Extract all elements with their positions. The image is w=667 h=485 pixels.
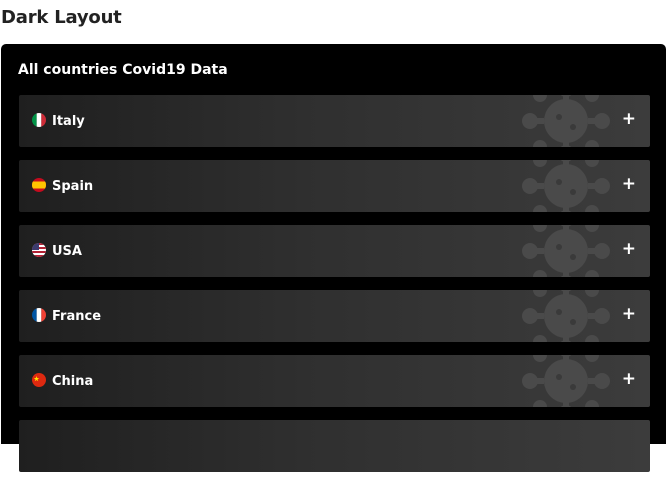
country-row-china[interactable]: China + bbox=[19, 355, 650, 407]
virus-icon bbox=[522, 355, 610, 407]
virus-icon bbox=[522, 225, 610, 277]
expand-plus-icon[interactable]: + bbox=[622, 111, 636, 128]
country-name: China bbox=[52, 374, 94, 389]
country-row-usa[interactable]: USA + bbox=[19, 225, 650, 277]
country-name: France bbox=[52, 309, 102, 324]
virus-icon bbox=[522, 95, 610, 147]
virus-icon bbox=[522, 160, 610, 212]
expand-plus-icon[interactable]: + bbox=[622, 306, 636, 323]
country-name: USA bbox=[52, 244, 82, 259]
covid-data-panel: All countries Covid19 Data Italy + Spain… bbox=[1, 44, 666, 472]
usa-flag-icon bbox=[32, 243, 46, 257]
spain-flag-icon bbox=[32, 178, 46, 192]
expand-plus-icon[interactable]: + bbox=[622, 176, 636, 193]
country-name: Italy bbox=[52, 114, 85, 129]
country-name: Spain bbox=[52, 179, 94, 194]
expand-plus-icon[interactable]: + bbox=[622, 241, 636, 258]
expand-plus-icon[interactable]: + bbox=[622, 371, 636, 388]
panel-title: All countries Covid19 Data bbox=[18, 62, 228, 78]
country-list: Italy + Spain + USA + France + China + bbox=[19, 95, 650, 485]
country-row-france[interactable]: France + bbox=[19, 290, 650, 342]
virus-icon bbox=[522, 290, 610, 342]
china-flag-icon bbox=[32, 373, 46, 387]
country-row-partial[interactable] bbox=[19, 420, 650, 472]
country-row-italy[interactable]: Italy + bbox=[19, 95, 650, 147]
page-title: Dark Layout bbox=[1, 7, 122, 28]
country-row-spain[interactable]: Spain + bbox=[19, 160, 650, 212]
italy-flag-icon bbox=[32, 113, 46, 127]
france-flag-icon bbox=[32, 308, 46, 322]
